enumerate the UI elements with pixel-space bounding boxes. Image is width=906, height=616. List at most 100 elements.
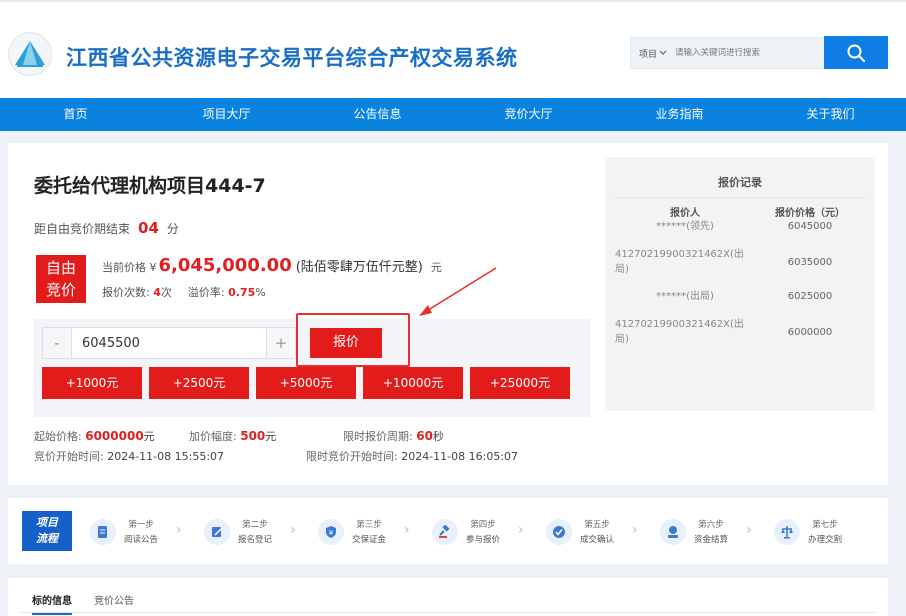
nav-item-bidding-hall[interactable]: 竞价大厅 [453, 98, 604, 131]
increase-button[interactable]: + [267, 328, 295, 358]
tab-divider [20, 612, 876, 613]
step-name: 资金结算 [694, 535, 729, 545]
chevron-right-icon: › [518, 522, 524, 538]
step-name: 阅读公告 [124, 535, 159, 545]
record-row: ******(出局) 6025000 [615, 289, 865, 304]
flow-step-1[interactable]: 第一步 阅读公告 [90, 518, 158, 545]
search-button[interactable] [824, 36, 888, 69]
step-text: 第一步 阅读公告 [124, 518, 158, 545]
money-icon [660, 518, 686, 545]
edit-icon [204, 518, 230, 545]
premium-label: 溢价率: [187, 286, 225, 299]
step-name: 参与报价 [466, 535, 501, 545]
bid-count-stat: 报价次数: 4次 [102, 284, 172, 300]
flow-step-3[interactable]: ¥ 第三步 交保证金 [318, 518, 386, 545]
bid-amount-input[interactable] [71, 328, 267, 358]
bid-stats: 报价次数: 4次 溢价率: 0.75% [102, 284, 266, 300]
svg-text:¥: ¥ [329, 529, 334, 537]
current-price-line: 当前价格 ¥ 6,045,000.00 (陆佰零肆万伍仟元整) 元 [102, 255, 442, 276]
logo[interactable] [8, 32, 52, 76]
scale-icon [774, 518, 800, 545]
step-name: 成交确认 [580, 535, 615, 545]
record-row: ******(领先) 6045000 [615, 219, 865, 234]
step-name: 报名登记 [238, 535, 273, 545]
nav-item-announcements[interactable]: 公告信息 [302, 98, 453, 131]
period-label: 限时报价周期: [343, 430, 413, 443]
record-price: 6000000 [787, 326, 833, 338]
add-5000-button[interactable]: +5000元 [256, 367, 356, 399]
search-input[interactable] [675, 48, 806, 58]
col-bidder: 报价人 [670, 208, 700, 219]
record-bidder: ******(出局) [656, 291, 714, 302]
decrease-button[interactable]: - [43, 328, 71, 358]
search-category-label: 项目 [639, 49, 658, 60]
chevron-right-icon: › [176, 522, 182, 538]
increment-value: 500 [240, 429, 266, 443]
period-info: 限时报价周期: 60秒 [343, 428, 444, 444]
add-1000-button[interactable]: +1000元 [42, 367, 142, 399]
add-10000-button[interactable]: +10000元 [363, 367, 463, 399]
increment-info: 加价幅度: 500元 [189, 428, 276, 444]
check-icon [546, 518, 572, 545]
flow-badge-line-2: 流程 [36, 532, 58, 545]
site-header: 江西省公共资源电子交易平台综合产权交易系统 项目 [0, 0, 906, 98]
step-number: 第五步 [584, 520, 610, 530]
step-text: 第三步 交保证金 [352, 518, 386, 545]
nav-item-project-hall[interactable]: 项目大厅 [151, 98, 302, 131]
start-price-value: 6000000 [85, 429, 144, 443]
step-name: 办理交割 [808, 535, 843, 545]
start-time-value: 2024-11-08 15:55:07 [107, 450, 225, 463]
increment-label: 加价幅度: [189, 430, 237, 443]
record-row: 41270219900321462X(出局) 6000000 [615, 317, 865, 347]
step-number: 第四步 [470, 520, 496, 530]
step-number: 第七步 [812, 520, 838, 530]
premium-unit: % [255, 286, 266, 299]
flow-step-5[interactable]: 第五步 成交确认 [546, 518, 614, 545]
record-title: 报价记录 [718, 176, 762, 189]
nav-item-about-us[interactable]: 关于我们 [755, 98, 906, 131]
site-title: 江西省公共资源电子交易平台综合产权交易系统 [66, 46, 518, 70]
shield-yen-icon: ¥ [318, 518, 344, 545]
flow-badge: 项目 流程 [22, 511, 72, 551]
countdown: 距自由竞价期结束 04 分 [34, 219, 179, 237]
start-time-label: 竞价开始时间: [34, 450, 104, 463]
submit-bid-button[interactable]: 报价 [310, 328, 382, 358]
step-number: 第六步 [698, 520, 724, 530]
record-price: 6045000 [787, 221, 833, 232]
step-text: 第六步 资金结算 [694, 518, 728, 545]
chevron-right-icon: › [746, 522, 752, 538]
current-price-unit: 元 [430, 261, 442, 274]
flow-step-6[interactable]: 第六步 资金结算 [660, 518, 728, 545]
countdown-label: 距自由竞价期结束 [34, 222, 131, 236]
record-price: 6025000 [787, 291, 833, 302]
add-2500-button[interactable]: +2500元 [149, 367, 249, 399]
increment-unit: 元 [265, 430, 277, 443]
nav-item-business-guide[interactable]: 业务指南 [604, 98, 755, 131]
bid-area: - + 报价 +1000元 +2500元 +5000元 +10000元 +250… [34, 313, 590, 417]
project-title: 委托给代理机构项目444-7 [34, 175, 266, 197]
step-text: 第四步 参与报价 [466, 518, 500, 545]
main-nav: 首页 项目大厅 公告信息 竞价大厅 业务指南 关于我们 [0, 98, 906, 131]
bid-count-value: 4 [153, 286, 161, 299]
nav-item-home[interactable]: 首页 [0, 98, 151, 131]
badge-line-1: 自由 [45, 259, 76, 277]
add-25000-button[interactable]: +25000元 [470, 367, 570, 399]
flow-step-2[interactable]: 第二步 报名登记 [204, 518, 272, 545]
record-bidder: 41270219900321462X(出局) [615, 249, 744, 275]
step-number: 第二步 [242, 520, 268, 530]
flow-step-7[interactable]: 第七步 办理交割 [774, 518, 842, 545]
step-number: 第一步 [128, 520, 154, 530]
project-flow: 项目 流程 第一步 阅读公告 › 第二步 报名登记 › ¥ 第三步 交保证金 › [8, 498, 888, 564]
current-price-value: 6,045,000.00 [158, 255, 292, 276]
premium-stat: 溢价率: 0.75% [188, 284, 266, 300]
bid-count-unit: 次 [160, 286, 172, 299]
countdown-unit: 分 [166, 222, 179, 236]
bid-amount-stepper: - + [42, 327, 296, 359]
record-row: 41270219900321462X(出局) 6035000 [615, 247, 865, 277]
tab-bidding-announcement[interactable]: 竞价公告 [94, 592, 134, 607]
logo-emblem-icon [15, 41, 45, 67]
bid-record-panel: 报价记录 报价人 报价价格（元） ******(领先) 6045000 4127… [605, 157, 875, 411]
search-category-select[interactable]: 项目 [631, 47, 667, 60]
flow-step-4[interactable]: 第四步 参与报价 [432, 518, 500, 545]
record-bidder: 41270219900321462X(出局) [615, 319, 744, 345]
